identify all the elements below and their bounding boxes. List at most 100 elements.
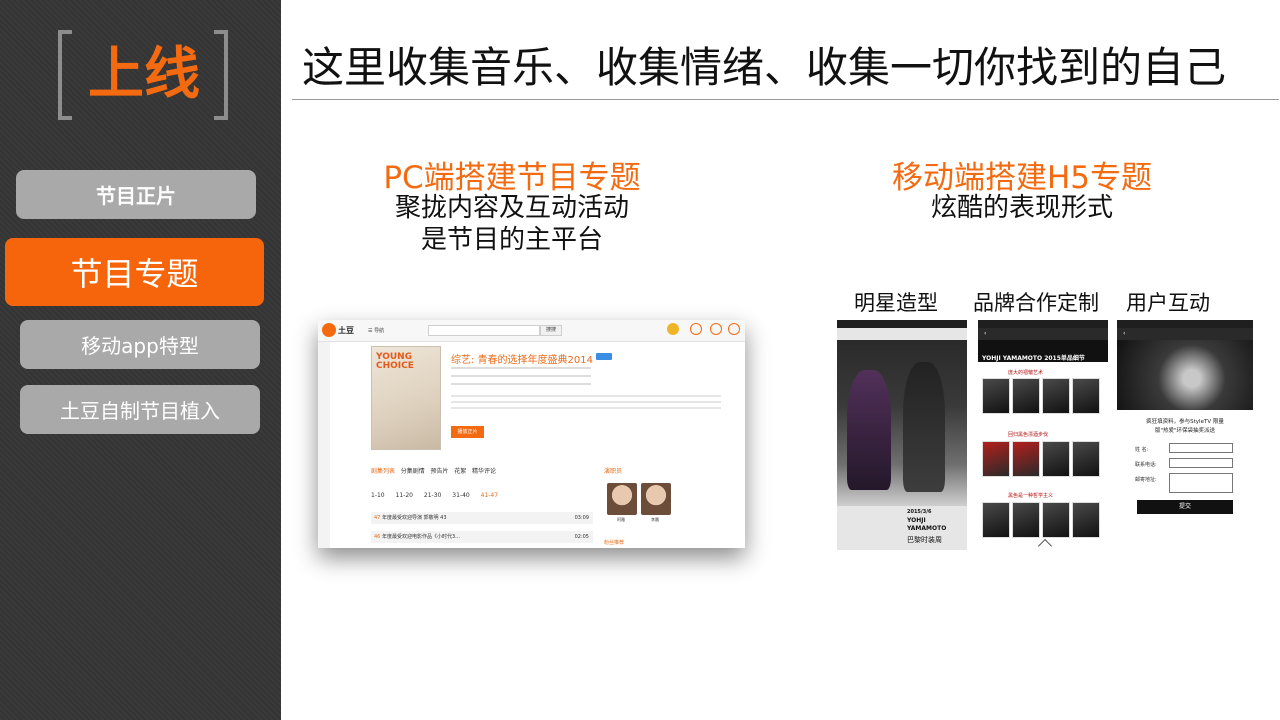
brand-title: 上线 <box>88 42 200 107</box>
phone-brand-custom: ‹ YOHJI YAMAMOTO 2015单品细节 庞大的褶皱艺术 回归黑色漂酒… <box>978 320 1108 550</box>
designer-name: YOHJI YAMAMOTO <box>907 517 946 533</box>
tudou-logo-icon <box>322 323 336 337</box>
model-figure <box>847 370 891 490</box>
episode-row[interactable]: 46 年度最受欢迎电影作品《小时代3... 02:05 <box>371 531 593 543</box>
product-thumb[interactable] <box>1072 502 1100 538</box>
status-bar <box>1117 320 1253 328</box>
pc-search-input[interactable] <box>428 325 540 336</box>
cast-heading: 演职员 <box>604 468 623 475</box>
product-thumb[interactable] <box>1012 502 1040 538</box>
poster-text: YOUNG CHOICE <box>376 352 414 371</box>
tab-tidbits[interactable]: 花絮 <box>454 468 466 475</box>
section-title: 回归黑色漂酒步伐 <box>1008 432 1049 438</box>
slide: 上线 节目正片 节目专题 移动app特型 土豆自制节目植入 这里收集音乐、收集情… <box>0 0 1280 720</box>
chevron-up-icon[interactable] <box>1037 538 1053 550</box>
episode-row[interactable]: 47 年度最受欢迎导演 郭敬明 43 03:09 <box>371 512 593 524</box>
tab-episode-list[interactable]: 剧集列表 <box>371 468 395 475</box>
info-line <box>451 375 591 377</box>
product-thumb[interactable] <box>982 441 1010 477</box>
pc-nav-menu[interactable]: ☰ 导航 <box>368 327 384 334</box>
fashion-week: 巴黎时装周 <box>907 536 942 544</box>
tab-comments[interactable]: 精华评论 <box>472 468 496 475</box>
status-bar <box>978 320 1108 328</box>
episode-text: 年度最受欢迎电影作品《小时代3... <box>381 534 460 540</box>
pc-subtitle-2: 是节目的主平台 <box>420 225 603 255</box>
submit-button[interactable]: 提交 <box>1137 500 1233 514</box>
brand-block: 上线 <box>58 30 228 122</box>
pc-side-rail <box>318 342 330 548</box>
brand-title: YOHJI YAMAMOTO 2015单品细节 <box>982 355 1085 362</box>
nav-item-self-made[interactable]: 土豆自制节目植入 <box>20 385 260 434</box>
status-bar <box>837 320 967 328</box>
model-figure <box>903 362 945 492</box>
pc-screenshot: 土豆 ☰ 导航 搜搜 YOUNG CHOICE 综艺: 青春的选择年度盛典201… <box>318 320 745 548</box>
pc-topbar: 土豆 ☰ 导航 搜搜 <box>318 320 745 342</box>
label-star-style: 明星造型 <box>854 291 938 315</box>
description-line <box>451 401 721 403</box>
phone-field[interactable] <box>1169 458 1233 468</box>
address-field[interactable] <box>1169 473 1233 493</box>
pc-search-button[interactable]: 搜搜 <box>540 325 562 336</box>
section-title: 庞大的褶皱艺术 <box>1008 370 1044 376</box>
episode-range[interactable]: 21-30 <box>424 492 441 499</box>
description-line <box>451 395 721 397</box>
bracket-left <box>58 30 72 120</box>
product-thumb[interactable] <box>1072 378 1100 414</box>
cast-avatar[interactable] <box>607 483 637 515</box>
show-poster: YOUNG CHOICE <box>371 346 441 450</box>
nav-item-special-topic[interactable]: 节目专题 <box>5 238 264 306</box>
product-thumb[interactable] <box>1012 441 1040 477</box>
episode-range[interactable]: 31-40 <box>452 492 469 499</box>
play-button[interactable]: 播放正片 <box>451 426 484 438</box>
show-badge <box>596 353 612 360</box>
episode-number: 46 <box>374 534 381 540</box>
cast-name: 李晨 <box>651 517 659 522</box>
label-brand-custom: 品牌合作定制 <box>973 291 1099 315</box>
info-line <box>451 383 591 385</box>
episode-range[interactable]: 1-10 <box>371 492 385 499</box>
product-thumb[interactable] <box>982 502 1010 538</box>
section-title: 黑色是一种哲学主义 <box>1008 493 1054 499</box>
product-thumb[interactable] <box>1042 378 1070 414</box>
user-avatar-icon[interactable] <box>667 323 679 335</box>
episode-range[interactable]: 41-47 <box>481 492 498 499</box>
field-label-name: 姓 名: <box>1135 447 1149 453</box>
episode-range[interactable]: 11-20 <box>396 492 413 499</box>
product-thumb[interactable] <box>1012 378 1040 414</box>
episode-number: 47 <box>374 515 381 521</box>
history-icon[interactable] <box>690 323 702 335</box>
episode-tabs: 剧集列表 分集剧情 预告片 花絮 精华评论 <box>371 466 496 475</box>
fans-recommend: 粉丝推荐 <box>604 540 625 546</box>
show-date: 2015/3/6 <box>907 509 932 515</box>
pc-logo-text: 土豆 <box>338 326 354 335</box>
cast-avatar[interactable] <box>641 483 671 515</box>
sidebar: 上线 节目正片 节目专题 移动app特型 土豆自制节目植入 <box>0 0 281 720</box>
product-thumb[interactable] <box>1042 502 1070 538</box>
pc-heading: PC端搭建节目专题 <box>383 160 641 196</box>
runway-photo <box>837 340 967 506</box>
promo-line-1: 疯狂填资料，参与StyleTV 限量 <box>1146 419 1224 425</box>
show-title: 综艺: 青春的选择年度盛典2014 <box>451 355 593 366</box>
episode-ranges: 1-10 11-20 21-30 31-40 41-47 <box>371 492 498 499</box>
notification-icon[interactable] <box>728 323 740 335</box>
product-thumb[interactable] <box>982 378 1010 414</box>
tab-episode-plot[interactable]: 分集剧情 <box>401 468 425 475</box>
product-thumb[interactable] <box>1072 441 1100 477</box>
nav-item-mobile-app[interactable]: 移动app特型 <box>20 320 260 369</box>
page-title: 这里收集音乐、收集情绪、收集一切你找到的自己 <box>302 43 1227 92</box>
name-field[interactable] <box>1169 443 1233 453</box>
mobile-heading: 移动端搭建H5专题 <box>891 160 1153 196</box>
episode-text: 年度最受欢迎导演 郭敬明 43 <box>381 515 447 521</box>
tab-trailer[interactable]: 预告片 <box>431 468 449 475</box>
nav-item-program[interactable]: 节目正片 <box>16 170 256 219</box>
field-label-phone: 联系电话: <box>1135 462 1157 468</box>
back-nav[interactable]: ‹ <box>1117 328 1253 340</box>
phone-star-style: 2015/3/6 YOHJI YAMAMOTO 巴黎时装周 <box>837 320 967 550</box>
upload-icon[interactable] <box>710 323 722 335</box>
host-photo <box>1117 340 1253 410</box>
designer-first: YOHJI <box>907 517 926 524</box>
label-user-interaction: 用户互动 <box>1126 291 1210 315</box>
product-thumb[interactable] <box>1042 441 1070 477</box>
back-nav[interactable]: ‹ <box>978 328 1108 340</box>
pc-subtitle-1: 聚拢内容及互动活动 <box>394 193 629 223</box>
